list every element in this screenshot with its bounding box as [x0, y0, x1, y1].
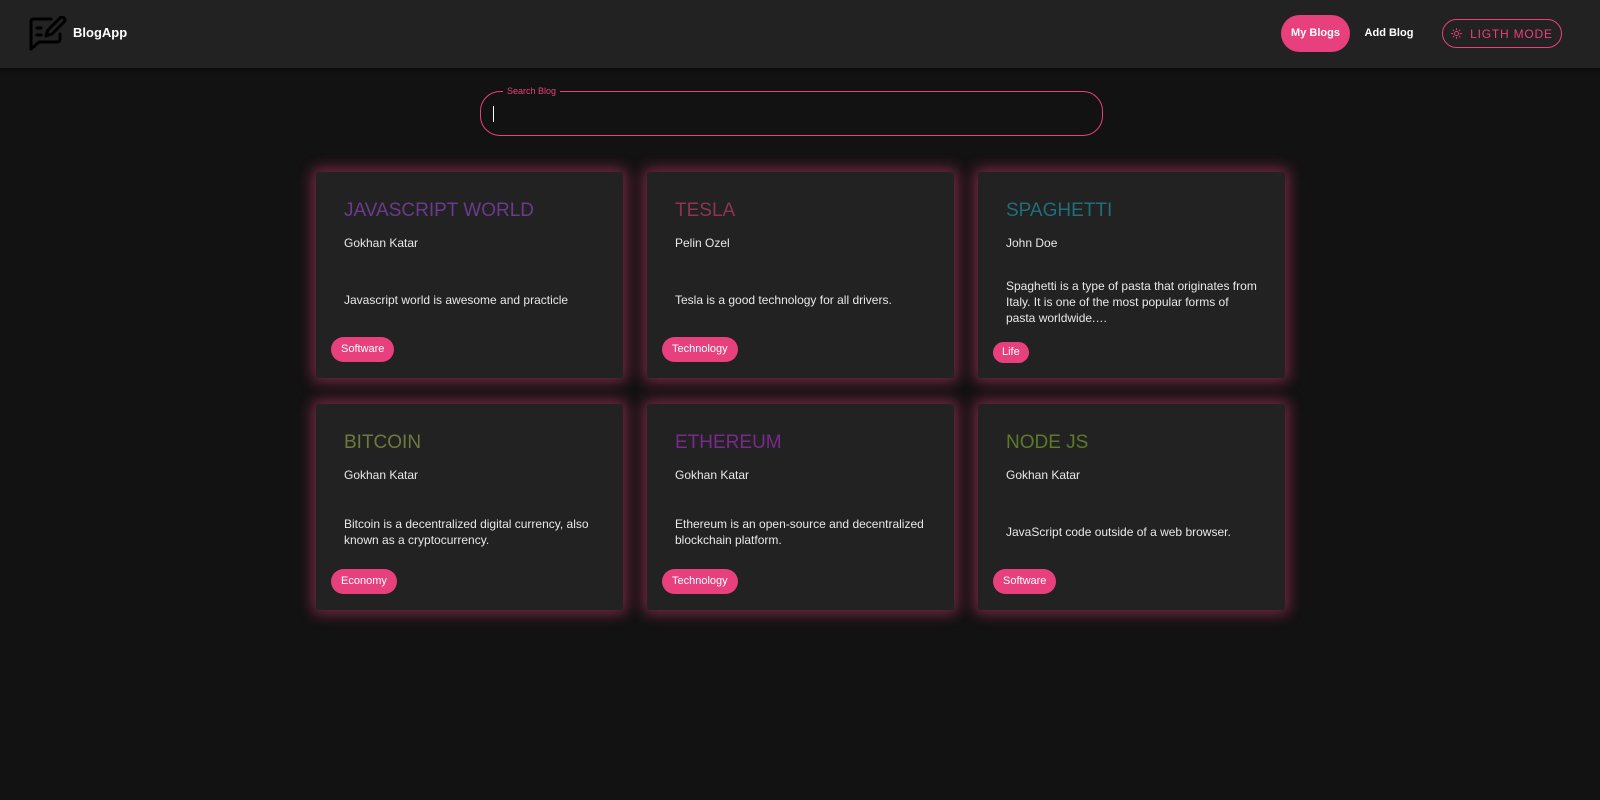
- search-input[interactable]: [493, 102, 1083, 126]
- blog-card[interactable]: ETHEREUM Gokhan Katar Ethereum is an ope…: [647, 404, 954, 610]
- brand[interactable]: BlogApp: [27, 16, 127, 52]
- blog-description: Spaghetti is a type of pasta that origin…: [1006, 279, 1257, 325]
- blog-card[interactable]: TESLA Pelin Ozel Tesla is a good technol…: [647, 172, 954, 378]
- edit-note-icon: [29, 16, 67, 51]
- category-chip[interactable]: Life: [993, 342, 1029, 363]
- blog-author: Gokhan Katar: [1006, 468, 1081, 482]
- mode-toggle-label: LIGTH MODE: [1470, 26, 1553, 41]
- blog-author: Pelin Ozel: [675, 236, 730, 250]
- blog-author: Gokhan Katar: [344, 468, 419, 482]
- blog-card[interactable]: BITCOIN Gokhan Katar Bitcoin is a decent…: [316, 404, 623, 610]
- category-chip[interactable]: Technology: [662, 569, 738, 594]
- search-label: Search Blog: [503, 85, 561, 97]
- category-chip[interactable]: Software: [993, 569, 1057, 594]
- sun-icon: [1451, 28, 1463, 39]
- blog-author: John Doe: [1006, 236, 1058, 250]
- my-blogs-button[interactable]: My Blogs: [1281, 15, 1350, 52]
- add-blog-button[interactable]: Add Blog: [1360, 15, 1418, 52]
- search-field[interactable]: Search Blog: [480, 85, 1103, 136]
- blog-title: SPAGHETTI: [1006, 200, 1113, 221]
- text-caret: [493, 106, 494, 122]
- blog-author: Gokhan Katar: [675, 468, 750, 482]
- blog-title: BITCOIN: [344, 432, 422, 453]
- blog-description: Tesla is a good technology for all drive…: [675, 293, 892, 307]
- app-bar: BlogApp My Blogs Add Blog LIGTH MODE: [0, 0, 1600, 68]
- mode-toggle-button[interactable]: LIGTH MODE: [1442, 19, 1562, 48]
- blog-title: JAVASCRIPT WORLD: [344, 200, 535, 221]
- blog-card[interactable]: NODE JS Gokhan Katar JavaScript code out…: [978, 404, 1285, 610]
- blog-description: Bitcoin is a decentralized digital curre…: [344, 517, 589, 547]
- blog-description: Javascript world is awesome and practicl…: [344, 293, 569, 307]
- category-chip[interactable]: Economy: [331, 569, 397, 594]
- blog-description: JavaScript code outside of a web browser…: [1006, 525, 1231, 539]
- blog-author: Gokhan Katar: [344, 236, 419, 250]
- category-chip[interactable]: Technology: [662, 337, 738, 362]
- app-name: BlogApp: [73, 24, 128, 40]
- category-chip[interactable]: Software: [331, 337, 395, 362]
- blog-title: NODE JS: [1006, 432, 1089, 453]
- blog-card[interactable]: SPAGHETTI John Doe Spaghetti is a type o…: [978, 172, 1285, 378]
- blog-description: Ethereum is an open-source and decentral…: [675, 517, 924, 547]
- blog-title: ETHEREUM: [675, 432, 782, 453]
- blog-title: TESLA: [675, 200, 736, 221]
- blog-card[interactable]: JAVASCRIPT WORLD Gokhan Katar Javascript…: [316, 172, 623, 378]
